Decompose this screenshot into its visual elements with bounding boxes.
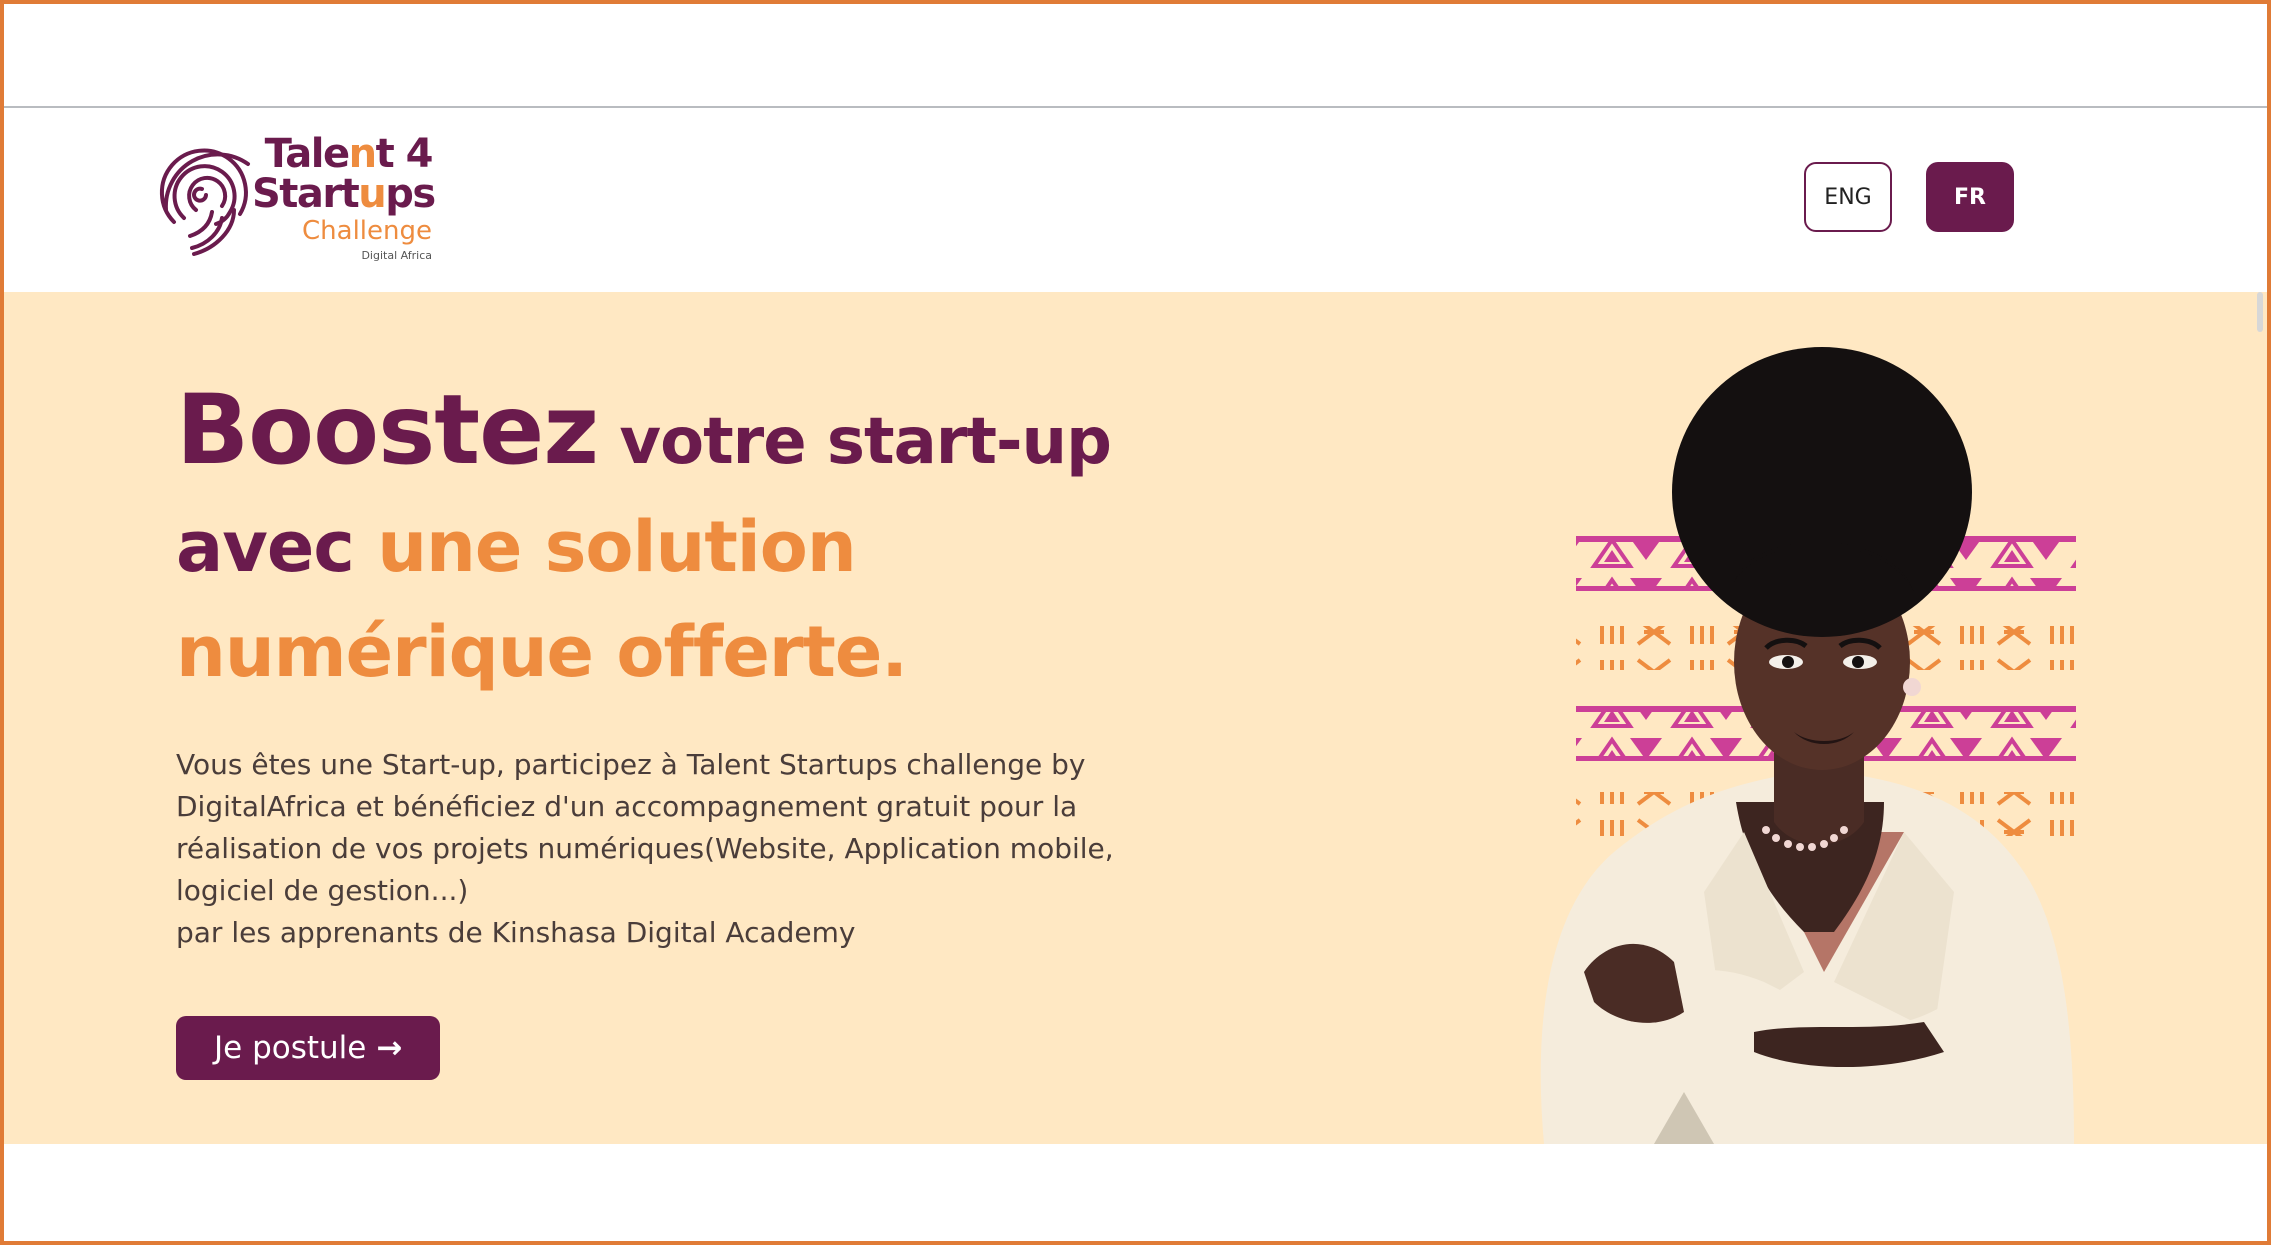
language-fr-button[interactable]: FR bbox=[1926, 162, 2014, 232]
description-line: par les apprenants de Kinshasa Digital A… bbox=[176, 916, 856, 949]
hero-section: Boostez votre start-up avec une solution… bbox=[4, 292, 2267, 1144]
talent4startups-logo[interactable]: Talent 4 Startups Challenge Digital Afri… bbox=[156, 134, 446, 274]
top-strip bbox=[4, 4, 2267, 108]
page-bottom bbox=[4, 1144, 2267, 1241]
description-line: Vous êtes une Start-up, participez à Tal… bbox=[176, 748, 1086, 781]
browser-frame: Talent 4 Startups Challenge Digital Afri… bbox=[0, 0, 2271, 1245]
apply-button-label: Je postule bbox=[214, 1030, 367, 1066]
headline-line-3: numérique offerte. bbox=[176, 611, 908, 693]
logo-line-2: Startups bbox=[252, 171, 436, 217]
logo-line-4: Digital Africa bbox=[361, 249, 432, 262]
hero-headline: Boostez votre start-up avec une solution… bbox=[176, 380, 1226, 712]
apply-button[interactable]: Je postule → bbox=[176, 1016, 441, 1080]
woman-illustration bbox=[1540, 347, 2076, 1144]
fingerprint-icon bbox=[159, 148, 250, 256]
scrollbar[interactable] bbox=[2257, 292, 2263, 332]
logo-line-1: Talent 4 bbox=[264, 131, 434, 177]
description-line: réalisation de vos projets numériques(We… bbox=[176, 832, 1114, 865]
headline-line-2: avec une solution bbox=[176, 506, 857, 588]
arrow-right-icon: → bbox=[376, 1030, 403, 1066]
headline-line-1: Boostez votre start-up bbox=[176, 374, 1112, 486]
language-eng-button[interactable]: ENG bbox=[1804, 162, 1892, 232]
description-line: logiciel de gestion...) bbox=[176, 874, 469, 907]
description-line: DigitalAfrica et bénéficiez d'un accompa… bbox=[176, 790, 1078, 823]
site-header: Talent 4 Startups Challenge Digital Afri… bbox=[4, 110, 2267, 292]
hero-description: Vous êtes une Start-up, participez à Tal… bbox=[176, 744, 1156, 954]
logo-line-3: Challenge bbox=[302, 216, 432, 246]
logo-wordmark: Talent 4 Startups Challenge Digital Afri… bbox=[252, 131, 436, 262]
